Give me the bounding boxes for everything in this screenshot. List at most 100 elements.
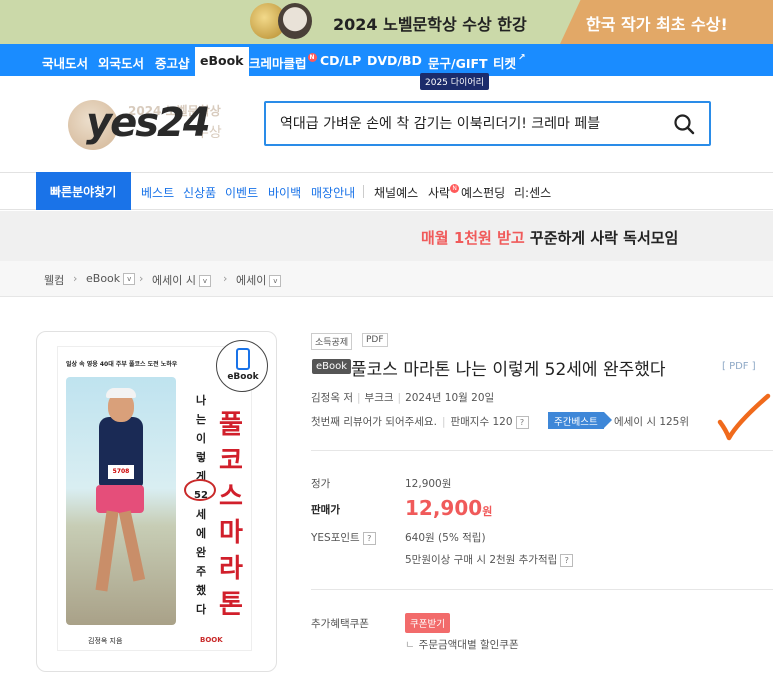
nav-divider bbox=[363, 185, 364, 198]
search-input[interactable] bbox=[280, 113, 660, 135]
nav-sarak[interactable]: 사락 N bbox=[428, 184, 460, 201]
chevron-right-icon: › bbox=[223, 272, 228, 285]
help-icon[interactable]: ? bbox=[515, 415, 529, 429]
crumb-essay-poem-label: 에세이 시 bbox=[152, 274, 196, 287]
points-extra-text: 5만원이상 구매 시 2천원 추가적립 bbox=[405, 554, 558, 566]
help-icon[interactable]: ? bbox=[362, 531, 376, 545]
cat-crema-club[interactable]: 크레마클럽 N bbox=[249, 53, 317, 72]
meta-divider: | bbox=[441, 416, 446, 428]
nav-buyback[interactable]: 바이백 bbox=[268, 184, 301, 201]
cover-tagline: 일상 속 영웅 40대 주부 풀코스 도전 노하우 bbox=[66, 361, 178, 368]
cover-char: 렇 bbox=[195, 451, 207, 464]
cover-runner-photo: 5708 bbox=[66, 377, 176, 625]
coupon-description[interactable]: ㄴ 주문금액대별 할인쿠폰 bbox=[405, 637, 519, 652]
cover-char: 이 bbox=[195, 432, 207, 445]
chevron-down-icon[interactable]: v bbox=[123, 273, 136, 285]
crumb-essay-label: 에세이 bbox=[236, 274, 267, 287]
cover-char: 나 bbox=[195, 394, 207, 407]
list-price-value: 12,900원 bbox=[405, 478, 452, 490]
sub-nav: 빠른분야찾기 베스트 신상품 이벤트 바이백 매장안내 채널예스 사락 N 예스펀… bbox=[0, 172, 773, 210]
cover-char: 다 bbox=[195, 603, 207, 616]
category-rank[interactable]: 에세이 시 125위 bbox=[614, 414, 689, 429]
chevron-right-icon: › bbox=[139, 272, 144, 285]
nav-best[interactable]: 베스트 bbox=[141, 184, 174, 201]
cat-crema-club-label: 크레마클럽 bbox=[249, 56, 307, 71]
nav-license[interactable]: 리:센스 bbox=[514, 184, 551, 201]
cat-ticket[interactable]: 티켓 ↗ bbox=[493, 53, 526, 72]
chevron-down-icon[interactable]: v bbox=[269, 275, 282, 287]
cat-cd-lp[interactable]: CD/LP bbox=[320, 53, 361, 68]
diary-2025-tag[interactable]: 2025 다이어리 bbox=[420, 73, 489, 90]
cat-domestic-books[interactable]: 국내도서 bbox=[42, 53, 88, 72]
weekly-best-tag[interactable]: 주간베스트 bbox=[548, 412, 612, 429]
help-icon[interactable]: ? bbox=[560, 553, 574, 567]
nav-event[interactable]: 이벤트 bbox=[225, 184, 258, 201]
book-cover-image[interactable]: 일상 속 영웅 40대 주부 풀코스 도전 노하우 5708 나 는 이 렇 게… bbox=[57, 346, 252, 651]
new-badge: N bbox=[307, 53, 317, 62]
points-extra: 5만원이상 구매 시 2천원 추가적립? bbox=[405, 552, 574, 567]
section-divider bbox=[311, 589, 773, 590]
cover-char: 세 bbox=[195, 508, 207, 521]
logo-wordmark: yes24 bbox=[86, 100, 211, 146]
nav-store-info[interactable]: 매장안내 bbox=[311, 184, 355, 201]
crumb-ebook-label: eBook bbox=[86, 272, 121, 285]
tag-tax-deduction: 소득공제 bbox=[311, 333, 353, 350]
review-cta[interactable]: 첫번째 리뷰어가 되어주세요. bbox=[311, 416, 437, 428]
cat-ticket-label: 티켓 bbox=[493, 56, 517, 71]
runner-bib: 5708 bbox=[108, 465, 134, 479]
crumb-welcome[interactable]: 웰컴 bbox=[44, 272, 64, 288]
author-link[interactable]: 김정옥 저 bbox=[311, 392, 353, 404]
runner-leg bbox=[95, 510, 119, 592]
breadcrumb: 웰컴 › eBook v › 에세이 시v › 에세이 v bbox=[0, 261, 773, 297]
cover-publisher: BOOK bbox=[200, 636, 223, 644]
search-box bbox=[264, 101, 711, 146]
cover-vertical-subtitle: 나 는 이 렇 게 52 세 에 완 주 했 다 bbox=[194, 391, 208, 619]
promo-rest: 꾸준하게 사락 독서모임 bbox=[524, 229, 679, 247]
cover-title-char: 마 bbox=[219, 518, 243, 548]
external-link-icon: ↗ bbox=[518, 53, 526, 63]
nav-channel-yes[interactable]: 채널예스 bbox=[374, 184, 418, 201]
checkmark-annotation-icon bbox=[717, 393, 771, 441]
nobel-banner[interactable]: 2024 노벨문학상 수상 한강 한국 작가 최초 수상! bbox=[0, 0, 773, 44]
points-value: 640원 (5% 적립) bbox=[405, 532, 486, 544]
format-suffix: [ PDF ] bbox=[722, 361, 756, 372]
ebook-badge-label: eBook bbox=[227, 372, 259, 382]
coupon-label: 추가혜택쿠폰 bbox=[311, 618, 369, 630]
publish-date: 2024년 10월 20일 bbox=[405, 392, 495, 404]
crumb-essay[interactable]: 에세이 v bbox=[236, 272, 282, 288]
cat-ebook[interactable]: eBook bbox=[195, 47, 249, 76]
cover-char: 에 bbox=[195, 527, 207, 540]
cover-char: 완 bbox=[195, 546, 207, 559]
nav-new[interactable]: 신상품 bbox=[183, 184, 216, 201]
product-stats: 첫번째 리뷰어가 되어주세요. | 판매지수 120? bbox=[311, 414, 529, 429]
promo-banner[interactable]: 매월 1천원 받고 꾸준하게 사락 독서모임 bbox=[0, 211, 773, 261]
cat-foreign-books[interactable]: 외국도서 bbox=[98, 53, 144, 72]
crumb-essay-poem[interactable]: 에세이 시v bbox=[152, 272, 211, 288]
crumb-ebook[interactable]: eBook v bbox=[86, 272, 136, 285]
ebook-badge: eBook bbox=[216, 340, 268, 392]
runner-leg bbox=[118, 510, 146, 582]
search-icon[interactable] bbox=[673, 113, 695, 135]
points-label-text: YES포인트 bbox=[311, 532, 360, 544]
cover-52-circle bbox=[184, 479, 216, 501]
cover-title-char: 스 bbox=[219, 482, 243, 512]
yes24-logo[interactable]: 2024 노벨문학상 수상 yes24 bbox=[68, 100, 258, 150]
quick-category-button[interactable]: 빠른분야찾기 bbox=[36, 172, 131, 210]
get-coupon-button[interactable]: 쿠폰받기 bbox=[405, 613, 450, 633]
promo-accent: 매월 1천원 받고 bbox=[421, 229, 525, 247]
new-badge: N bbox=[450, 184, 460, 193]
tag-pdf: PDF bbox=[362, 333, 388, 347]
product-title: 풀코스 마라톤 나는 이렇게 52세에 완주했다 bbox=[351, 360, 666, 380]
banner-headline: 2024 노벨문학상 수상 한강 bbox=[333, 15, 527, 34]
meta-divider: | bbox=[356, 392, 361, 404]
cat-used-shop[interactable]: 중고샵 bbox=[155, 53, 190, 72]
cat-stationery-gift[interactable]: 문구/GIFT bbox=[428, 53, 488, 72]
cat-dvd-bd[interactable]: DVD/BD bbox=[367, 53, 422, 68]
chevron-down-icon[interactable]: v bbox=[198, 275, 211, 287]
nav-yes-funding[interactable]: 예스펀딩 bbox=[461, 184, 505, 201]
coupon-description-text: 주문금액대별 할인쿠폰 bbox=[418, 639, 519, 651]
runner-cap bbox=[106, 388, 136, 398]
category-nav: 국내도서 외국도서 중고샵 eBook 크레마클럽 N CD/LP DVD/BD … bbox=[0, 44, 773, 76]
cover-char: 주 bbox=[195, 565, 207, 578]
publisher-link[interactable]: 부크크 bbox=[365, 392, 394, 404]
